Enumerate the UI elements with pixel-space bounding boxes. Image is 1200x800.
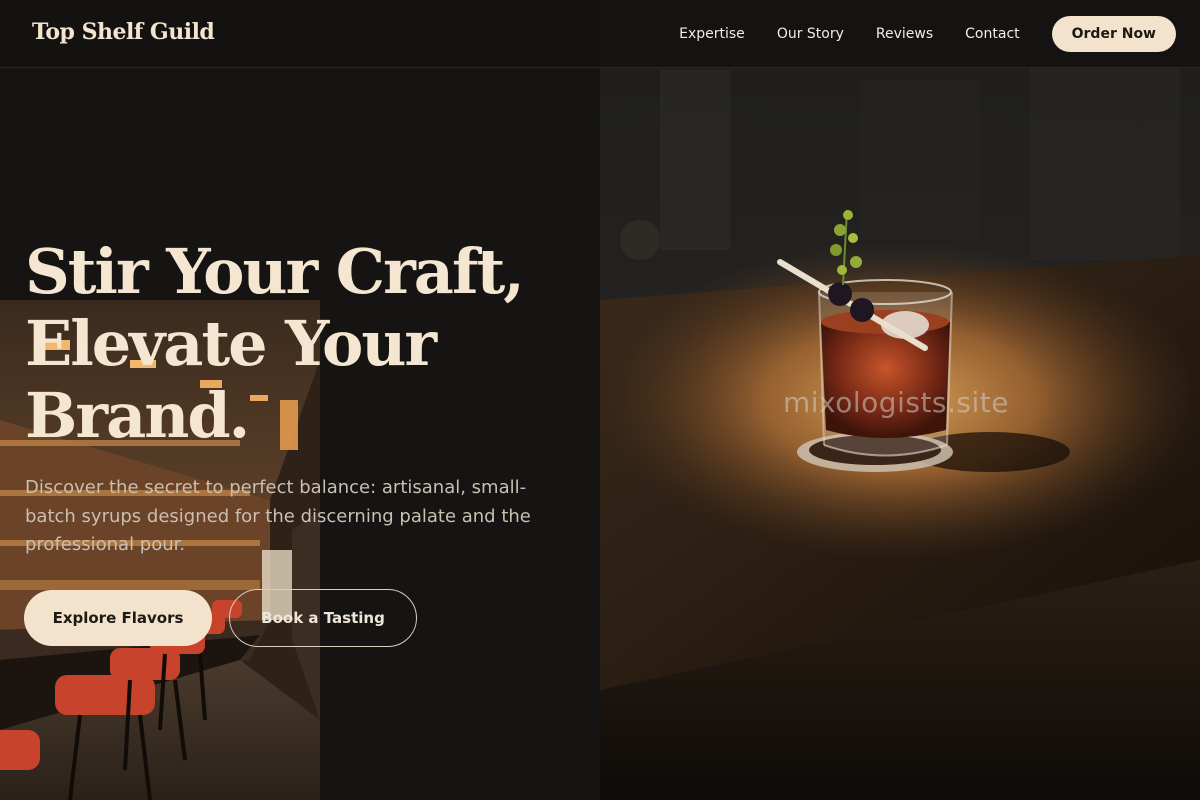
hero-headline-line-1: Stir Your Craft,: [25, 235, 525, 308]
explore-flavors-button[interactable]: Explore Flavors: [24, 590, 212, 646]
hero-headline-line-3: Brand.: [25, 379, 250, 452]
top-navigation-bar: Top Shelf Guild Expertise Our Story Revi…: [0, 0, 1200, 68]
brand-logo[interactable]: Top Shelf Guild: [32, 19, 215, 45]
nav-link-our-story[interactable]: Our Story: [777, 16, 844, 52]
hero-headline-line-2: Elevate Your: [25, 307, 437, 380]
site-watermark: mixologists.site: [783, 386, 1009, 419]
landing-page: Top Shelf Guild Expertise Our Story Revi…: [0, 0, 1200, 800]
hero-headline: Stir Your Craft, Elevate Your Brand.: [25, 236, 585, 452]
order-now-button[interactable]: Order Now: [1051, 16, 1176, 52]
nav-link-expertise[interactable]: Expertise: [679, 16, 745, 52]
book-tasting-button[interactable]: Book a Tasting: [229, 589, 417, 647]
nav-link-reviews[interactable]: Reviews: [876, 16, 933, 52]
nav-link-contact[interactable]: Contact: [965, 16, 1019, 52]
hero-subtitle: Discover the secret to perfect balance: …: [25, 477, 531, 555]
main-nav: Expertise Our Story Reviews Contact Orde…: [679, 16, 1176, 52]
